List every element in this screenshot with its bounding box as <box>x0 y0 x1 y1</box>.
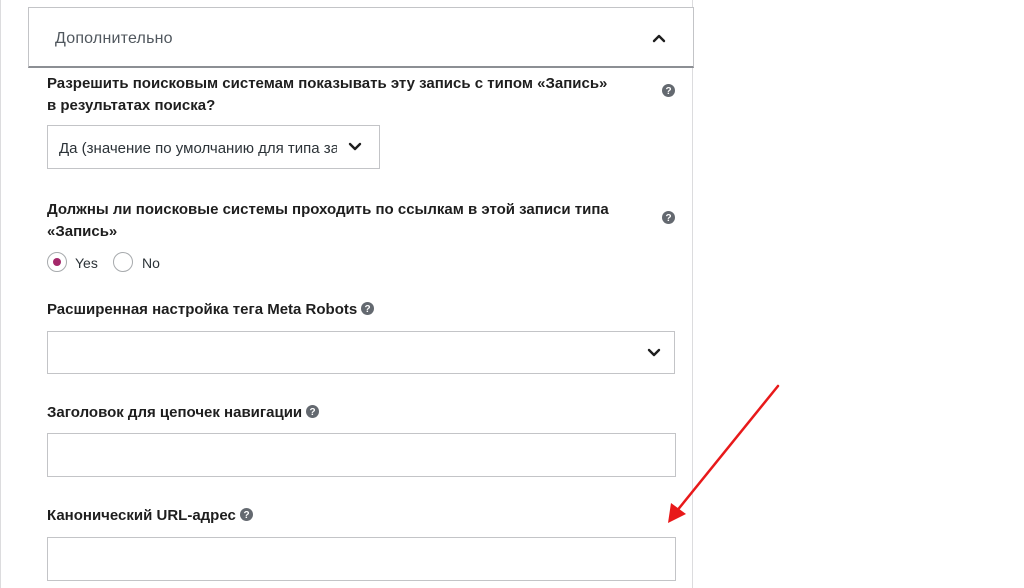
red-arrow-annotation <box>668 384 780 523</box>
